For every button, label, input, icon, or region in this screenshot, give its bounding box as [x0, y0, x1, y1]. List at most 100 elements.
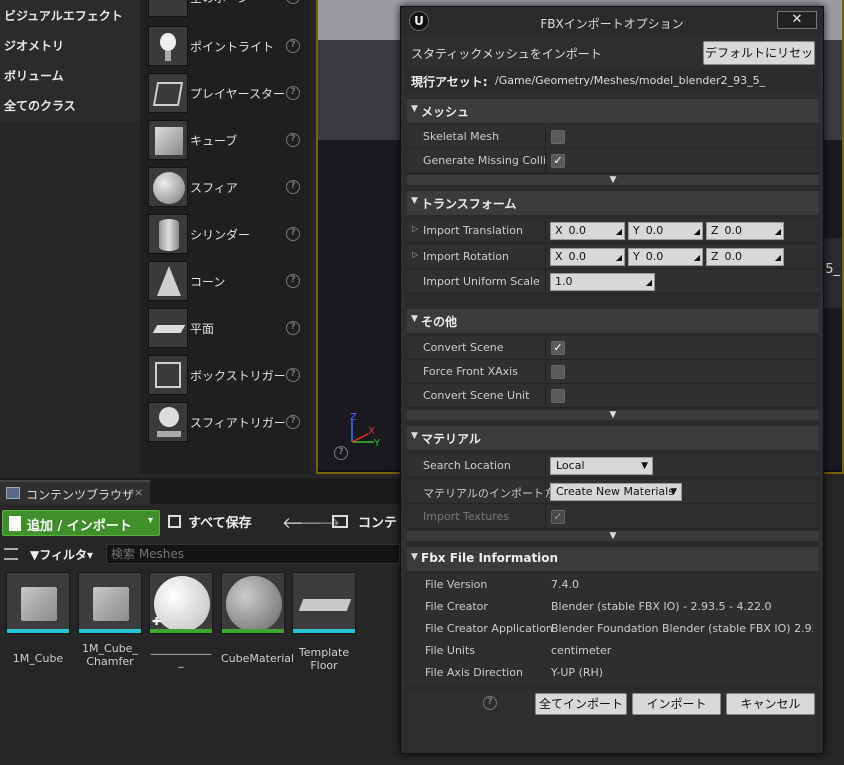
- asset-type-bar: [7, 629, 69, 633]
- help-icon[interactable]: ?: [286, 274, 300, 288]
- help-icon[interactable]: ?: [334, 446, 348, 460]
- place-item-label: キューブ: [190, 134, 238, 148]
- info-value: 7.4.0: [551, 578, 579, 591]
- reset-defaults-button[interactable]: デフォルトにリセット: [703, 41, 815, 82]
- close-button[interactable]: ✕: [777, 11, 817, 29]
- section-material[interactable]: ▼ マテリアル: [407, 426, 819, 450]
- help-icon[interactable]: ?: [286, 86, 300, 100]
- dialog-titlebar[interactable]: U FBXインポートオプション ✕: [401, 7, 823, 37]
- cube-icon: [21, 587, 57, 621]
- skeletal-mesh-checkbox[interactable]: [551, 130, 565, 144]
- prop-label: Skeletal Mesh: [423, 130, 500, 143]
- prop-label: Convert Scene Unit: [423, 389, 530, 402]
- cancel-button[interactable]: キャンセル: [726, 693, 815, 715]
- help-icon[interactable]: ?: [286, 133, 300, 147]
- asset-tile-1m-cube-chamfer[interactable]: 1M_Cube_ Chamfer: [78, 572, 142, 668]
- asset-tile-cube-material[interactable]: CubeMaterial: [221, 572, 294, 665]
- section-title: マテリアル: [421, 432, 481, 446]
- axis-y-label: Y: [373, 438, 381, 449]
- prop-convert-scene: Convert Scene ✓: [407, 336, 819, 360]
- search-location-dropdown[interactable]: Local ▼: [550, 457, 653, 475]
- box-trigger-icon: [148, 355, 188, 395]
- column-divider: [545, 480, 546, 504]
- help-icon[interactable]: ?: [286, 227, 300, 241]
- help-icon[interactable]: ?: [286, 415, 300, 429]
- convert-scene-checkbox[interactable]: ✓: [551, 341, 565, 355]
- import-button[interactable]: インポート: [632, 693, 721, 715]
- place-item-empty-pawn[interactable]: 空のポーン ?: [146, 0, 306, 20]
- prop-force-front-xaxis: Force Front XAxis: [407, 360, 819, 384]
- rotation-z-field[interactable]: Z 0.0 ◢: [706, 248, 784, 266]
- asset-tile-1m-cube[interactable]: 1M_Cube: [6, 572, 70, 665]
- place-item-cylinder[interactable]: シリンダー ?: [146, 213, 306, 257]
- help-icon[interactable]: ?: [286, 180, 300, 194]
- translation-x-field[interactable]: X 0.0 ◢: [550, 222, 625, 240]
- expand-arrow-icon[interactable]: ▷: [412, 250, 418, 259]
- import-all-button[interactable]: 全てインポート: [535, 693, 627, 715]
- info-label: File Creator Application: [425, 622, 553, 635]
- place-item-point-light[interactable]: ポイントライト ?: [146, 25, 306, 69]
- category-all-classes[interactable]: 全てのクラス: [4, 93, 76, 119]
- section-title: メッシュ: [421, 105, 470, 119]
- rotation-y-field[interactable]: Y 0.0 ◢: [628, 248, 703, 266]
- place-item-sphere[interactable]: スフィア ?: [146, 166, 306, 210]
- category-visual-effects[interactable]: ビジュアルエフェクト: [4, 3, 123, 29]
- filter-button[interactable]: ▼フィルタ▾: [30, 546, 93, 563]
- place-item-cone[interactable]: コーン ?: [146, 260, 306, 304]
- add-import-button[interactable]: 追加 / インポート ▾: [2, 510, 160, 536]
- show-advanced-button[interactable]: ▼: [407, 175, 819, 185]
- force-front-xaxis-checkbox[interactable]: [551, 365, 565, 379]
- search-input[interactable]: [106, 544, 400, 564]
- place-item-sphere-trigger[interactable]: スフィアトリガー ?: [146, 401, 306, 445]
- category-volumes[interactable]: ボリューム: [4, 63, 64, 89]
- translation-y-field[interactable]: Y 0.0 ◢: [628, 222, 703, 240]
- section-misc[interactable]: ▼ その他: [407, 309, 819, 333]
- material-import-dropdown[interactable]: Create New Materials ▼: [550, 483, 682, 501]
- axis-gizmo-icon: Z X Y: [350, 412, 381, 449]
- info-value: centimeter: [551, 644, 612, 657]
- help-icon[interactable]: ?: [286, 0, 300, 4]
- help-icon[interactable]: ?: [286, 39, 300, 53]
- content-browser-tabbar: コンテンツブラウザ ×: [0, 478, 400, 504]
- generate-collision-checkbox[interactable]: ✓: [551, 154, 565, 168]
- place-item-player-start[interactable]: プレイヤースター ?: [146, 72, 306, 116]
- help-icon[interactable]: ?: [483, 696, 497, 710]
- place-item-label: シリンダー: [190, 228, 251, 242]
- show-advanced-button[interactable]: ▼: [407, 410, 819, 420]
- asset-tile-material[interactable]: ✚ ___________ _: [149, 572, 213, 668]
- asset-tile-template-floor[interactable]: Template Floor: [292, 572, 356, 672]
- place-item-box-trigger[interactable]: ボックストリガー ?: [146, 354, 306, 398]
- place-item-cube[interactable]: キューブ ?: [146, 119, 306, 163]
- convert-scene-unit-checkbox[interactable]: [551, 389, 565, 403]
- section-transform[interactable]: ▼ トランスフォーム: [407, 191, 819, 215]
- translation-z-field[interactable]: Z 0.0 ◢: [706, 222, 784, 240]
- uniform-scale-field[interactable]: 1.0 ◢: [550, 273, 655, 291]
- prop-import-rotation: ▷ Import Rotation X 0.0 ◢ Y 0.0 ◢ Z 0.0 ◢: [407, 245, 819, 269]
- asset-type-bar: [79, 629, 141, 633]
- sphere-icon: [148, 167, 188, 207]
- dialog-header: スタティックメッシュをインポート デフォルトにリセット: [407, 39, 819, 82]
- asset-thumbnail: [292, 572, 356, 634]
- asset-label: Template Floor: [298, 646, 350, 672]
- category-sidebar: ビジュアルエフェクト ジオメトリ ボリューム 全てのクラス: [0, 0, 140, 122]
- prop-label: Import Textures: [423, 510, 510, 523]
- place-item-plane[interactable]: 平面 ?: [146, 307, 306, 351]
- rotation-x-field[interactable]: X 0.0 ◢: [550, 248, 625, 266]
- info-row: File Version 7.4.0: [407, 574, 819, 596]
- show-advanced-button[interactable]: ▼: [407, 531, 819, 541]
- close-icon[interactable]: ×: [134, 486, 143, 499]
- section-mesh[interactable]: ▼ メッシュ: [407, 99, 819, 123]
- category-geometry[interactable]: ジオメトリ: [4, 33, 64, 59]
- prop-search-location: Search Location Local ▼: [407, 454, 819, 478]
- sources-panel-icon[interactable]: [4, 548, 18, 560]
- import-textures-checkbox: ✓: [551, 510, 565, 524]
- help-icon[interactable]: ?: [286, 321, 300, 335]
- dialog-subtitle: スタティックメッシュをインポート: [411, 47, 602, 61]
- section-fbx-info[interactable]: ▼ Fbx File Information: [407, 547, 819, 571]
- info-label: File Version: [425, 578, 488, 591]
- expand-arrow-icon[interactable]: ▷: [412, 224, 418, 233]
- asset-type-bar: [150, 629, 212, 633]
- tab-content-browser[interactable]: コンテンツブラウザ ×: [0, 480, 150, 504]
- breadcrumb[interactable]: コンテ: [358, 512, 397, 531]
- help-icon[interactable]: ?: [286, 368, 300, 382]
